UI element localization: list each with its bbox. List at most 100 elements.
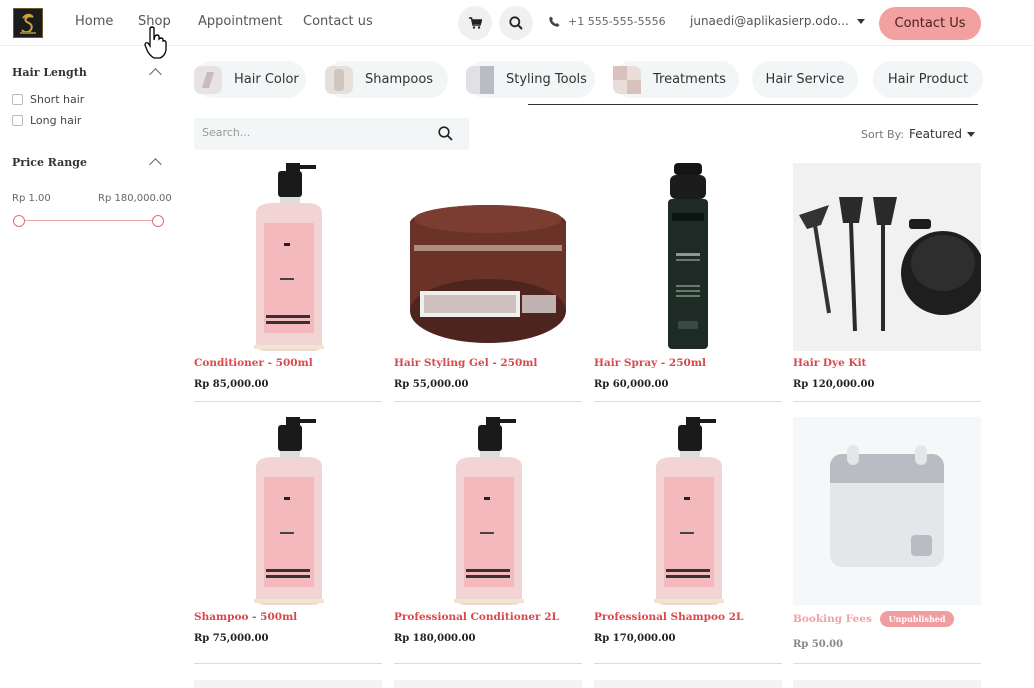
product-name[interactable]: Hair Styling Gel - 250ml bbox=[394, 357, 537, 369]
card-divider bbox=[194, 663, 382, 664]
header-search-button[interactable] bbox=[499, 6, 533, 40]
product-name[interactable]: Conditioner - 500ml bbox=[194, 357, 313, 369]
category-label: Hair Service bbox=[765, 72, 845, 87]
product-price: Rp 60,000.00 bbox=[594, 379, 669, 390]
pink-bottle-icon bbox=[254, 417, 324, 605]
treatments-thumb-icon bbox=[613, 65, 641, 94]
phone-icon bbox=[549, 16, 560, 27]
product-card[interactable]: Hair Spray - 250ml Rp 60,000.00 bbox=[594, 163, 782, 402]
product-name[interactable]: Professional Shampoo 2L bbox=[594, 611, 743, 623]
product-name[interactable]: Booking Fees Unpublished bbox=[793, 611, 955, 627]
category-hair-service[interactable]: Hair Service bbox=[752, 61, 858, 98]
shampoos-thumb-icon bbox=[325, 65, 353, 94]
card-divider bbox=[394, 401, 582, 402]
product-name[interactable]: Professional Conditioner 2L bbox=[394, 611, 559, 623]
product-card[interactable]: Shampoo - 500ml Rp 75,000.00 bbox=[194, 417, 382, 664]
product-image[interactable] bbox=[793, 417, 981, 605]
category-label: Hair Product bbox=[887, 72, 969, 87]
product-card[interactable]: Conditioner - 500ml Rp 85,000.00 bbox=[194, 163, 382, 402]
search-icon bbox=[509, 16, 523, 30]
product-price: Rp 75,000.00 bbox=[194, 633, 269, 644]
product-image[interactable] bbox=[394, 163, 582, 351]
styling-tools-thumb-icon bbox=[466, 65, 494, 94]
category-shampoos[interactable]: Shampoos bbox=[325, 61, 448, 98]
price-range-heading: Price Range bbox=[12, 156, 87, 169]
price-range-max-handle[interactable] bbox=[152, 215, 164, 227]
pink-bottle-icon bbox=[254, 163, 324, 351]
unpublished-badge: Unpublished bbox=[879, 611, 955, 627]
sort-dropdown[interactable]: Sort By: Featured bbox=[861, 127, 975, 141]
phone-number: +1 555-555-5556 bbox=[568, 15, 666, 28]
product-image[interactable] bbox=[194, 163, 382, 351]
contact-us-button[interactable]: Contact Us bbox=[879, 7, 981, 40]
category-hair-product[interactable]: Hair Product bbox=[873, 61, 983, 98]
user-email: junaedi@aplikasierp.odo... bbox=[690, 14, 849, 28]
site-header: Home Shop Appointment Contact us +1 555-… bbox=[0, 0, 1034, 59]
product-price: Rp 85,000.00 bbox=[194, 379, 269, 390]
category-label: Styling Tools bbox=[506, 72, 587, 87]
product-image[interactable] bbox=[394, 417, 582, 605]
search-icon[interactable] bbox=[438, 126, 453, 141]
chevron-down-icon bbox=[856, 18, 865, 24]
user-menu-dropdown[interactable]: junaedi@aplikasierp.odo... bbox=[690, 14, 865, 28]
product-name[interactable]: Hair Dye Kit bbox=[793, 357, 866, 369]
checkbox[interactable] bbox=[12, 94, 23, 105]
product-search bbox=[194, 118, 469, 150]
chevron-up-icon[interactable] bbox=[149, 68, 162, 81]
search-input[interactable] bbox=[202, 126, 422, 139]
product-card-peek bbox=[594, 680, 782, 688]
product-image[interactable] bbox=[594, 163, 782, 351]
product-price: Rp 55,000.00 bbox=[394, 379, 469, 390]
card-divider bbox=[594, 401, 782, 402]
hair-length-heading: Hair Length bbox=[12, 66, 87, 79]
card-divider bbox=[194, 401, 382, 402]
product-card[interactable]: Professional Conditioner 2L Rp 180,000.0… bbox=[394, 417, 582, 664]
product-price: Rp 170,000.00 bbox=[594, 633, 676, 644]
chevron-down-icon bbox=[966, 131, 975, 137]
checkbox[interactable] bbox=[12, 115, 23, 126]
product-image[interactable] bbox=[594, 417, 782, 605]
hand-cursor-icon bbox=[144, 26, 167, 59]
product-name[interactable]: Hair Spray - 250ml bbox=[594, 357, 706, 369]
product-title-text: Booking Fees bbox=[793, 613, 872, 625]
card-divider bbox=[394, 663, 582, 664]
product-card-peek bbox=[394, 680, 582, 688]
cart-icon bbox=[468, 17, 482, 29]
sort-value: Featured bbox=[909, 127, 962, 141]
card-divider bbox=[793, 401, 981, 402]
price-min-label: Rp 1.00 bbox=[12, 193, 51, 204]
product-card-peek bbox=[793, 680, 981, 688]
nav-home[interactable]: Home bbox=[75, 14, 113, 29]
salon-logo-icon[interactable] bbox=[13, 8, 43, 38]
product-price: Rp 50.00 bbox=[793, 639, 844, 650]
product-card[interactable]: Booking Fees Unpublished Rp 50.00 bbox=[793, 417, 981, 664]
card-divider bbox=[793, 663, 981, 664]
category-styling-tools[interactable]: Styling Tools bbox=[466, 61, 595, 98]
product-card[interactable]: Professional Shampoo 2L Rp 170,000.00 bbox=[594, 417, 782, 664]
price-range-track bbox=[19, 220, 157, 221]
nav-appointment[interactable]: Appointment bbox=[198, 14, 282, 29]
product-card-peek bbox=[194, 680, 382, 688]
price-max-label: Rp 180,000.00 bbox=[98, 193, 172, 204]
product-image[interactable] bbox=[793, 163, 981, 351]
cart-button[interactable] bbox=[458, 6, 492, 40]
filter-label: Short hair bbox=[30, 93, 85, 106]
chevron-up-icon[interactable] bbox=[149, 158, 162, 171]
product-card[interactable]: Hair Dye Kit Rp 120,000.00 bbox=[793, 163, 981, 402]
product-card[interactable]: Hair Styling Gel - 250ml Rp 55,000.00 bbox=[394, 163, 582, 402]
category-label: Treatments bbox=[653, 72, 726, 87]
category-hair-color[interactable]: Hair Color bbox=[194, 61, 306, 98]
nav-contact-us[interactable]: Contact us bbox=[303, 14, 373, 29]
price-range-min-handle[interactable] bbox=[13, 215, 25, 227]
hair-color-thumb-icon bbox=[194, 65, 222, 94]
phone-link[interactable]: +1 555-555-5556 bbox=[549, 15, 666, 28]
filter-long-hair[interactable]: Long hair bbox=[12, 114, 81, 127]
product-name[interactable]: Shampoo - 500ml bbox=[194, 611, 297, 623]
category-treatments[interactable]: Treatments bbox=[613, 61, 739, 98]
spray-can-icon bbox=[668, 163, 708, 349]
category-label: Shampoos bbox=[365, 72, 434, 87]
product-image[interactable] bbox=[194, 417, 382, 605]
filter-short-hair[interactable]: Short hair bbox=[12, 93, 84, 106]
category-label: Hair Color bbox=[234, 72, 299, 87]
pink-bottle-icon bbox=[454, 417, 524, 605]
